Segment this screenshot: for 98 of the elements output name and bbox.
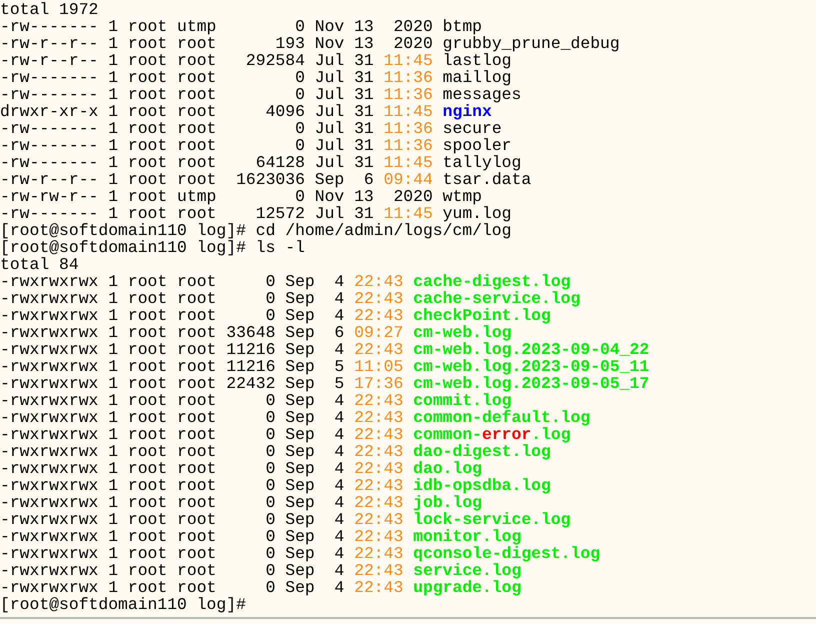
file-name: lock-service.log [413,511,571,528]
file-details: -rwxrwxrwx 1 root root 0 Sep 4 [0,511,344,528]
file-time: 2020 [392,18,433,35]
file-name: cache-service.log [413,290,580,307]
file-name: cm-web.log [413,324,512,341]
file-time: 22:43 [354,273,404,290]
file-details: -rwxrwxrwx 1 root root 0 Sep 4 [0,528,344,545]
file-details: -rwxrwxrwx 1 root root 11216 Sep 5 [0,358,344,375]
file-time: 22:43 [354,307,404,324]
file-details: -rwxrwxrwx 1 root root 22432 Sep 5 [0,375,344,392]
file-time: 22:43 [354,460,404,477]
file-time: 11:36 [384,86,433,103]
file-time: 22:43 [354,562,404,579]
file-details: -rwxrwxrwx 1 root root 11216 Sep 4 [0,341,344,358]
file-time: 2020 [392,188,433,205]
file-time: 22:43 [354,579,404,596]
file-details: -rw-r--r-- 1 root root 292584 Jul 31 [0,52,374,69]
file-details: -rwxrwxrwx 1 root root 0 Sep 4 [0,443,344,460]
file-details: -rw-r--r-- 1 root root 1623036 Sep 6 [0,171,374,188]
file-time: 22:43 [354,426,404,443]
file-time: 09:27 [354,324,404,341]
file-name: yum.log [442,205,512,222]
file-details: drwxr-xr-x 1 root root 4096 Jul 31 [0,103,374,120]
file-details: -rwxrwxrwx 1 root root 0 Sep 4 [0,273,344,290]
file-name: checkPoint.log [413,307,551,324]
file-details: -rwxrwxrwx 1 root root 0 Sep 4 [0,307,344,324]
file-name: nginx [442,103,492,120]
file-details: -rw-r--r-- 1 root root 193 Nov 13 [0,35,374,52]
file-name: maillog [442,69,512,86]
file-details: -rw------- 1 root utmp 0 Nov 13 [0,18,374,35]
file-name: monitor.log [413,528,522,545]
file-name: idb-opsdba.log [413,477,551,494]
output-line: total 1972 [0,1,98,18]
file-time: 09:44 [384,171,433,188]
file-details: -rw------- 1 root root 0 Jul 31 [0,69,374,86]
file-name: dao.log [413,460,482,477]
file-name: spooler [442,137,512,154]
file-details: -rw------- 1 root root 64128 Jul 31 [0,154,374,171]
file-name: common-error.log [413,426,571,443]
output-line: total 84 [0,256,79,273]
file-time: 11:36 [384,120,433,137]
file-time: 22:43 [354,409,404,426]
file-name: secure [442,120,502,137]
file-time: 11:45 [384,103,433,120]
file-time: 2020 [392,35,433,52]
file-details: -rwxrwxrwx 1 root root 33648 Sep 6 [0,324,344,341]
file-details: -rwxrwxrwx 1 root root 0 Sep 4 [0,409,344,426]
file-time: 11:36 [384,137,433,154]
file-name: cache-digest.log [413,273,571,290]
file-name: wtmp [442,188,482,205]
file-name: cm-web.log.2023-09-04_22 [413,341,650,358]
file-name: commit.log [413,392,512,409]
file-time: 11:45 [384,205,433,222]
file-time: 22:43 [354,494,404,511]
file-details: -rwxrwxrwx 1 root root 0 Sep 4 [0,477,344,494]
file-time: 17:36 [354,375,404,392]
file-time: 22:43 [354,511,404,528]
file-details: -rw------- 1 root root 0 Jul 31 [0,86,374,103]
file-details: -rwxrwxrwx 1 root root 0 Sep 4 [0,426,344,443]
file-name: cm-web.log.2023-09-05_17 [413,375,650,392]
file-name: messages [442,86,522,103]
file-time: 22:43 [354,341,404,358]
file-details: -rwxrwxrwx 1 root root 0 Sep 4 [0,392,344,409]
file-name: qconsole-digest.log [413,545,600,562]
file-name: upgrade.log [413,579,522,596]
file-details: -rwxrwxrwx 1 root root 0 Sep 4 [0,494,344,511]
file-name: tallylog [442,154,522,171]
file-time: 11:45 [384,154,433,171]
file-name: common-default.log [413,409,590,426]
file-time: 22:43 [354,290,404,307]
file-details: -rwxrwxrwx 1 root root 0 Sep 4 [0,290,344,307]
file-name: tsar.data [442,171,532,188]
file-name: service.log [413,562,522,579]
file-name: cm-web.log.2023-09-05_11 [413,358,650,375]
file-time: 11:05 [354,358,404,375]
file-name: job.log [413,494,482,511]
file-name: btmp [442,18,482,35]
file-details: -rwxrwxrwx 1 root root 0 Sep 4 [0,562,344,579]
command-line: [root@softdomain110 log]# ls -l [0,239,305,256]
file-details: -rw------- 1 root root 0 Jul 31 [0,137,374,154]
file-name: lastlog [442,52,512,69]
file-time: 22:43 [354,443,404,460]
file-time: 22:43 [354,545,404,562]
file-details: -rw------- 1 root root 12572 Jul 31 [0,205,374,222]
file-details: -rw------- 1 root root 0 Jul 31 [0,120,374,137]
file-time: 11:45 [384,52,433,69]
command-line: [root@softdomain110 log]# [0,596,246,613]
file-details: -rwxrwxrwx 1 root root 0 Sep 4 [0,460,344,477]
file-time: 11:36 [384,69,433,86]
file-details: -rwxrwxrwx 1 root root 0 Sep 4 [0,579,344,596]
file-time: 22:43 [354,528,404,545]
file-time: 22:43 [354,477,404,494]
file-name: grubby_prune_debug [442,35,620,52]
file-details: -rw-rw-r-- 1 root utmp 0 Nov 13 [0,188,374,205]
file-name: dao-digest.log [413,443,551,460]
file-time: 22:43 [354,392,404,409]
file-details: -rwxrwxrwx 1 root root 0 Sep 4 [0,545,344,562]
command-line: [root@softdomain110 log]# cd /home/admin/logs/cm/log [0,222,512,239]
